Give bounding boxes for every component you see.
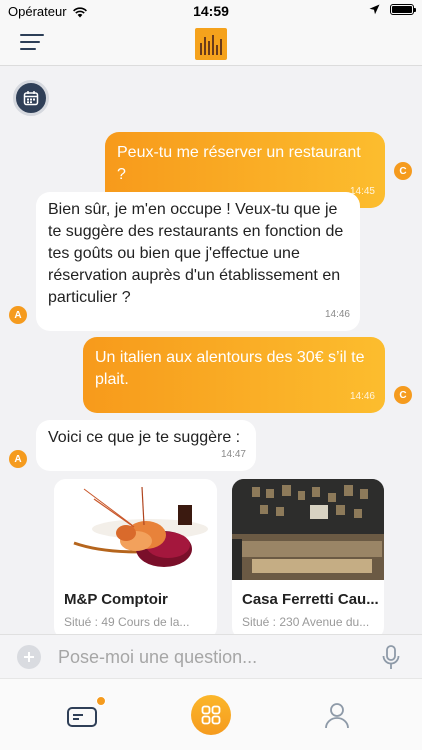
message-text: Bien sûr, je m'en occupe ! Veux-tu que j… (48, 201, 344, 306)
bot-message: Bien sûr, je m'en occupe ! Veux-tu que j… (36, 192, 360, 331)
restaurant-card[interactable]: Casa Ferretti Cau... Situé : 230 Avenue … (232, 479, 384, 634)
restaurant-address: Situé : 230 Avenue du... (242, 615, 370, 629)
restaurant-name: Casa Ferretti Cau... (242, 591, 379, 608)
message-timestamp: 14:46 (324, 309, 350, 320)
restaurant-photo (54, 479, 217, 580)
location-arrow-icon (369, 4, 380, 15)
message-text: Un italien aux alentours des 30€ s’il te… (95, 349, 365, 388)
user-avatar: C (394, 386, 412, 404)
profile-icon[interactable] (324, 701, 350, 729)
battery-icon (390, 4, 416, 15)
restaurant-card[interactable]: M&P Comptoir Situé : 49 Cours de la... (54, 479, 217, 634)
user-message: Un italien aux alentours des 30€ s’il te… (83, 337, 385, 413)
wallet-icon[interactable] (66, 703, 100, 729)
bottom-tab-bar (0, 678, 422, 750)
calendar-icon (23, 91, 39, 106)
message-text: Peux-tu me réserver un restaurant ? (117, 144, 361, 183)
message-text: Voici ce que je te suggère : (48, 429, 241, 446)
message-timestamp: 14:47 (220, 449, 246, 460)
app-header (0, 22, 422, 66)
message-input[interactable] (58, 641, 368, 673)
bot-avatar: A (9, 306, 27, 324)
calendar-button[interactable] (13, 80, 49, 116)
user-avatar: C (394, 162, 412, 180)
message-timestamp: 14:46 (349, 391, 375, 402)
grid-icon[interactable] (191, 695, 231, 735)
clock: 14:59 (193, 3, 229, 19)
bot-avatar: A (9, 450, 27, 468)
status-right (369, 4, 416, 15)
chat-area[interactable]: Peux-tu me réserver un restaurant ? 14:4… (0, 67, 422, 634)
restaurant-name: M&P Comptoir (64, 591, 168, 608)
message-input-bar (0, 634, 422, 678)
restaurant-photo (232, 479, 384, 580)
hamburger-menu-icon[interactable] (20, 34, 44, 52)
status-bar: Opérateur 14:59 (0, 0, 422, 22)
restaurant-address: Situé : 49 Cours de la... (64, 615, 190, 629)
notification-badge (96, 696, 106, 706)
plus-icon[interactable] (17, 645, 41, 669)
app-logo (195, 28, 227, 60)
microphone-icon[interactable] (381, 645, 401, 671)
bot-message: Voici ce que je te suggère : 14:47 (36, 420, 256, 471)
